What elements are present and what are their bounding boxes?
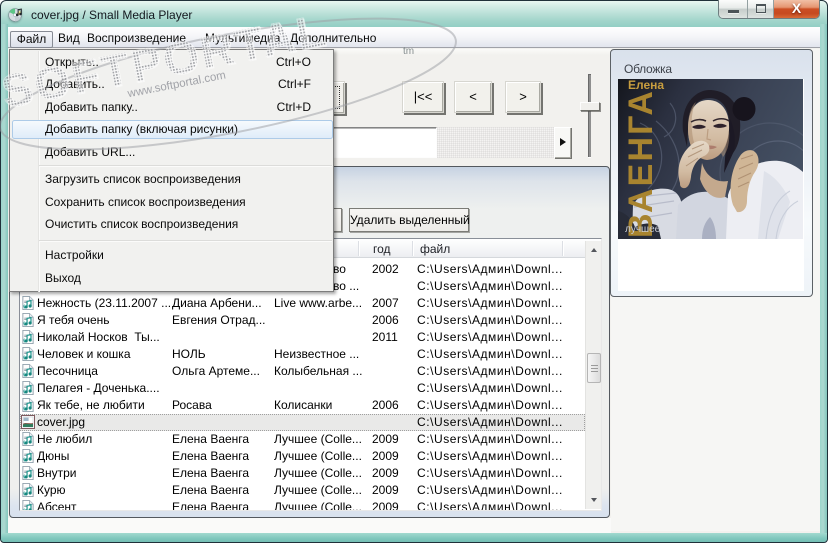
svg-text:лучшее: лучшее — [625, 224, 661, 235]
svg-text:ВАЕНГА: ВАЕНГА — [622, 91, 660, 238]
svg-text:Елена: Елена — [628, 79, 664, 92]
